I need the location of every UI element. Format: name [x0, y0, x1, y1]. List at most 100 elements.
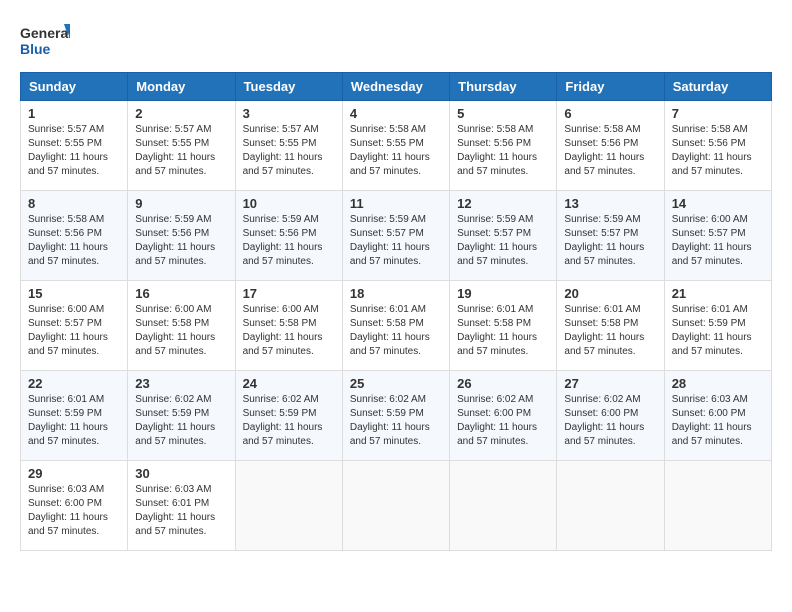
day-info: Sunrise: 5:58 AM Sunset: 5:56 PM Dayligh… [28, 214, 108, 267]
calendar-body: 1 Sunrise: 5:57 AM Sunset: 5:55 PM Dayli… [21, 101, 772, 551]
day-number: 16 [135, 286, 227, 301]
day-info: Sunrise: 5:59 AM Sunset: 5:56 PM Dayligh… [243, 214, 323, 267]
calendar-day-cell: 24 Sunrise: 6:02 AM Sunset: 5:59 PM Dayl… [235, 371, 342, 461]
day-info: Sunrise: 5:58 AM Sunset: 5:56 PM Dayligh… [672, 124, 752, 177]
day-info: Sunrise: 6:03 AM Sunset: 6:00 PM Dayligh… [672, 394, 752, 447]
day-info: Sunrise: 6:01 AM Sunset: 5:58 PM Dayligh… [457, 304, 537, 357]
day-of-week-header: Tuesday [235, 73, 342, 101]
day-number: 20 [564, 286, 656, 301]
calendar-day-cell: 12 Sunrise: 5:59 AM Sunset: 5:57 PM Dayl… [450, 191, 557, 281]
day-of-week-header: Wednesday [342, 73, 449, 101]
day-info: Sunrise: 6:00 AM Sunset: 5:58 PM Dayligh… [243, 304, 323, 357]
day-number: 23 [135, 376, 227, 391]
calendar-day-cell: 21 Sunrise: 6:01 AM Sunset: 5:59 PM Dayl… [664, 281, 771, 371]
day-of-week-header: Thursday [450, 73, 557, 101]
day-number: 14 [672, 196, 764, 211]
calendar-day-cell: 25 Sunrise: 6:02 AM Sunset: 5:59 PM Dayl… [342, 371, 449, 461]
logo-svg: General Blue [20, 20, 70, 62]
day-number: 21 [672, 286, 764, 301]
calendar-day-cell [664, 461, 771, 551]
svg-text:Blue: Blue [20, 41, 51, 57]
day-number: 6 [564, 106, 656, 121]
calendar-day-cell: 2 Sunrise: 5:57 AM Sunset: 5:55 PM Dayli… [128, 101, 235, 191]
day-info: Sunrise: 5:58 AM Sunset: 5:55 PM Dayligh… [350, 124, 430, 177]
day-number: 11 [350, 196, 442, 211]
calendar-day-cell: 16 Sunrise: 6:00 AM Sunset: 5:58 PM Dayl… [128, 281, 235, 371]
day-info: Sunrise: 6:02 AM Sunset: 5:59 PM Dayligh… [350, 394, 430, 447]
calendar-day-cell [342, 461, 449, 551]
day-number: 29 [28, 466, 120, 481]
day-info: Sunrise: 5:59 AM Sunset: 5:57 PM Dayligh… [564, 214, 644, 267]
calendar-day-cell: 8 Sunrise: 5:58 AM Sunset: 5:56 PM Dayli… [21, 191, 128, 281]
day-info: Sunrise: 5:59 AM Sunset: 5:56 PM Dayligh… [135, 214, 215, 267]
day-number: 24 [243, 376, 335, 391]
calendar-day-cell: 28 Sunrise: 6:03 AM Sunset: 6:00 PM Dayl… [664, 371, 771, 461]
day-number: 17 [243, 286, 335, 301]
calendar-day-cell: 15 Sunrise: 6:00 AM Sunset: 5:57 PM Dayl… [21, 281, 128, 371]
calendar-day-cell: 10 Sunrise: 5:59 AM Sunset: 5:56 PM Dayl… [235, 191, 342, 281]
day-of-week-header: Friday [557, 73, 664, 101]
day-info: Sunrise: 5:57 AM Sunset: 5:55 PM Dayligh… [135, 124, 215, 177]
calendar-week-row: 15 Sunrise: 6:00 AM Sunset: 5:57 PM Dayl… [21, 281, 772, 371]
day-info: Sunrise: 5:57 AM Sunset: 5:55 PM Dayligh… [243, 124, 323, 177]
day-info: Sunrise: 6:01 AM Sunset: 5:59 PM Dayligh… [28, 394, 108, 447]
calendar-week-row: 8 Sunrise: 5:58 AM Sunset: 5:56 PM Dayli… [21, 191, 772, 281]
calendar-day-cell: 1 Sunrise: 5:57 AM Sunset: 5:55 PM Dayli… [21, 101, 128, 191]
calendar-day-cell: 4 Sunrise: 5:58 AM Sunset: 5:55 PM Dayli… [342, 101, 449, 191]
day-info: Sunrise: 6:00 AM Sunset: 5:57 PM Dayligh… [672, 214, 752, 267]
day-info: Sunrise: 5:57 AM Sunset: 5:55 PM Dayligh… [28, 124, 108, 177]
day-number: 4 [350, 106, 442, 121]
day-number: 28 [672, 376, 764, 391]
day-number: 5 [457, 106, 549, 121]
day-number: 2 [135, 106, 227, 121]
calendar-day-cell: 20 Sunrise: 6:01 AM Sunset: 5:58 PM Dayl… [557, 281, 664, 371]
day-info: Sunrise: 5:58 AM Sunset: 5:56 PM Dayligh… [457, 124, 537, 177]
day-number: 3 [243, 106, 335, 121]
day-number: 9 [135, 196, 227, 211]
calendar-day-cell: 13 Sunrise: 5:59 AM Sunset: 5:57 PM Dayl… [557, 191, 664, 281]
calendar-day-cell: 7 Sunrise: 5:58 AM Sunset: 5:56 PM Dayli… [664, 101, 771, 191]
day-info: Sunrise: 6:01 AM Sunset: 5:59 PM Dayligh… [672, 304, 752, 357]
calendar-day-cell: 22 Sunrise: 6:01 AM Sunset: 5:59 PM Dayl… [21, 371, 128, 461]
page-header: General Blue [20, 20, 772, 62]
calendar-day-cell: 27 Sunrise: 6:02 AM Sunset: 6:00 PM Dayl… [557, 371, 664, 461]
day-info: Sunrise: 6:01 AM Sunset: 5:58 PM Dayligh… [350, 304, 430, 357]
calendar-day-cell [450, 461, 557, 551]
day-info: Sunrise: 6:02 AM Sunset: 6:00 PM Dayligh… [564, 394, 644, 447]
day-of-week-header: Saturday [664, 73, 771, 101]
calendar-day-cell: 18 Sunrise: 6:01 AM Sunset: 5:58 PM Dayl… [342, 281, 449, 371]
calendar-week-row: 29 Sunrise: 6:03 AM Sunset: 6:00 PM Dayl… [21, 461, 772, 551]
calendar-day-cell: 11 Sunrise: 5:59 AM Sunset: 5:57 PM Dayl… [342, 191, 449, 281]
day-info: Sunrise: 6:00 AM Sunset: 5:57 PM Dayligh… [28, 304, 108, 357]
calendar-table: SundayMondayTuesdayWednesdayThursdayFrid… [20, 72, 772, 551]
calendar-day-cell: 6 Sunrise: 5:58 AM Sunset: 5:56 PM Dayli… [557, 101, 664, 191]
logo: General Blue [20, 20, 70, 62]
day-info: Sunrise: 6:03 AM Sunset: 6:01 PM Dayligh… [135, 484, 215, 537]
calendar-week-row: 22 Sunrise: 6:01 AM Sunset: 5:59 PM Dayl… [21, 371, 772, 461]
day-number: 13 [564, 196, 656, 211]
calendar-header-row: SundayMondayTuesdayWednesdayThursdayFrid… [21, 73, 772, 101]
calendar-day-cell: 3 Sunrise: 5:57 AM Sunset: 5:55 PM Dayli… [235, 101, 342, 191]
day-info: Sunrise: 5:58 AM Sunset: 5:56 PM Dayligh… [564, 124, 644, 177]
day-number: 22 [28, 376, 120, 391]
day-info: Sunrise: 5:59 AM Sunset: 5:57 PM Dayligh… [350, 214, 430, 267]
day-of-week-header: Monday [128, 73, 235, 101]
svg-text:General: General [20, 25, 70, 41]
calendar-day-cell: 17 Sunrise: 6:00 AM Sunset: 5:58 PM Dayl… [235, 281, 342, 371]
day-info: Sunrise: 6:02 AM Sunset: 5:59 PM Dayligh… [243, 394, 323, 447]
day-number: 19 [457, 286, 549, 301]
day-number: 1 [28, 106, 120, 121]
day-info: Sunrise: 6:02 AM Sunset: 6:00 PM Dayligh… [457, 394, 537, 447]
calendar-day-cell: 14 Sunrise: 6:00 AM Sunset: 5:57 PM Dayl… [664, 191, 771, 281]
day-number: 8 [28, 196, 120, 211]
calendar-day-cell [557, 461, 664, 551]
calendar-day-cell: 23 Sunrise: 6:02 AM Sunset: 5:59 PM Dayl… [128, 371, 235, 461]
calendar-week-row: 1 Sunrise: 5:57 AM Sunset: 5:55 PM Dayli… [21, 101, 772, 191]
day-number: 18 [350, 286, 442, 301]
day-info: Sunrise: 6:00 AM Sunset: 5:58 PM Dayligh… [135, 304, 215, 357]
day-info: Sunrise: 5:59 AM Sunset: 5:57 PM Dayligh… [457, 214, 537, 267]
calendar-day-cell: 19 Sunrise: 6:01 AM Sunset: 5:58 PM Dayl… [450, 281, 557, 371]
day-of-week-header: Sunday [21, 73, 128, 101]
calendar-day-cell [235, 461, 342, 551]
calendar-day-cell: 9 Sunrise: 5:59 AM Sunset: 5:56 PM Dayli… [128, 191, 235, 281]
